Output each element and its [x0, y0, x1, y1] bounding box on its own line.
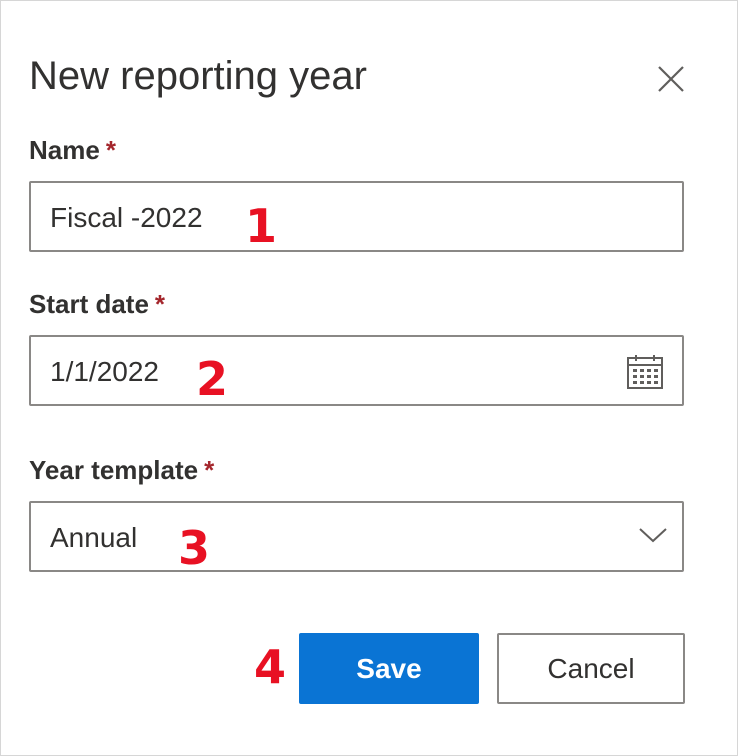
start-date-label-text: Start date	[29, 289, 149, 319]
year-template-label: Year template *	[29, 453, 214, 487]
new-reporting-year-dialog: New reporting year Name * Fiscal -2022 1 …	[0, 0, 738, 756]
required-marker: *	[204, 455, 215, 485]
step-marker-4: 4	[254, 640, 287, 694]
step-marker-1: 1	[245, 199, 278, 253]
year-template-dropdown[interactable]: Annual	[29, 501, 684, 572]
year-template-label-text: Year template	[29, 455, 199, 485]
start-date-input-value: 1/1/2022	[50, 356, 159, 387]
start-date-label: Start date *	[29, 287, 165, 321]
chevron-down-icon	[639, 528, 667, 543]
name-input[interactable]: Fiscal -2022	[29, 181, 684, 252]
name-label: Name *	[29, 133, 116, 167]
calendar-icon[interactable]	[626, 354, 664, 390]
close-button[interactable]	[651, 59, 691, 99]
step-marker-2: 2	[196, 352, 229, 406]
required-marker: *	[105, 135, 116, 165]
name-label-text: Name	[29, 135, 100, 165]
close-icon	[658, 66, 684, 92]
dialog-title: New reporting year	[29, 54, 367, 98]
save-button[interactable]: Save	[299, 633, 479, 704]
name-input-value: Fiscal -2022	[50, 202, 203, 233]
start-date-input[interactable]: 1/1/2022	[29, 335, 684, 406]
year-template-selected-value: Annual	[50, 522, 138, 553]
required-marker: *	[154, 289, 166, 319]
step-marker-3: 3	[178, 521, 211, 575]
cancel-button[interactable]: Cancel	[497, 633, 685, 704]
